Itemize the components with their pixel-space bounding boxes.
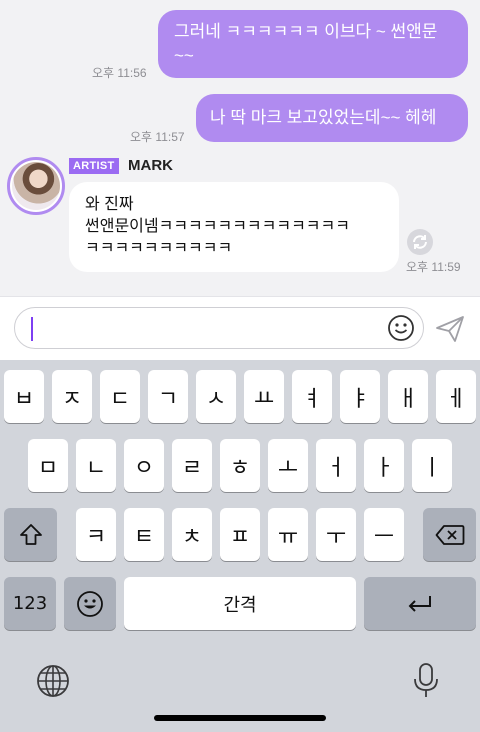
backspace-key[interactable]	[423, 508, 476, 561]
my-message-bubble[interactable]: 나 딱 마크 보고있었는데~~ 헤헤	[196, 94, 468, 142]
key[interactable]: ㅓ	[316, 439, 356, 492]
message-time: 오후 11:59	[406, 260, 461, 274]
key[interactable]: ㅕ	[292, 370, 332, 423]
chat-area: 그러네 ㅋㅋㅋㅋㅋㅋ 이브다 ~ 썬앤문 ~~ 오후 11:56 나 딱 마크 …	[0, 0, 480, 296]
key[interactable]: ㅅ	[196, 370, 236, 423]
key[interactable]: ㅠ	[268, 508, 308, 561]
artist-message-bubble[interactable]: 와 진짜 썬앤문이넴ㅋㅋㅋㅋㅋㅋㅋㅋㅋㅋㅋㅋㅋ ㅋㅋㅋㅋㅋㅋㅋㅋㅋㅋ	[69, 182, 399, 272]
sender-name: MARK	[128, 157, 173, 174]
my-message-bubble[interactable]: 그러네 ㅋㅋㅋㅋㅋㅋ 이브다 ~ 썬앤문 ~~	[158, 10, 468, 78]
key[interactable]: ㅛ	[244, 370, 284, 423]
message-time: 오후 11:56	[92, 66, 147, 80]
send-icon[interactable]	[434, 313, 466, 345]
backspace-icon	[435, 524, 464, 545]
key[interactable]: ㅍ	[220, 508, 260, 561]
key[interactable]: ㅌ	[124, 508, 164, 561]
emoji-key[interactable]	[64, 577, 116, 630]
shift-key[interactable]	[4, 508, 57, 561]
home-indicator[interactable]	[154, 715, 326, 721]
key[interactable]: ㅐ	[388, 370, 428, 423]
key[interactable]: ㄹ	[172, 439, 212, 492]
key[interactable]: ㅈ	[52, 370, 92, 423]
key[interactable]: ㄴ	[76, 439, 116, 492]
message-line: 와 진짜	[85, 196, 134, 213]
key[interactable]: ㅡ	[364, 508, 404, 561]
message-input-bar	[0, 296, 480, 360]
text-cursor	[31, 317, 33, 341]
emoji-icon[interactable]	[387, 314, 415, 342]
message-input[interactable]	[14, 307, 424, 349]
key[interactable]: ㅋ	[76, 508, 116, 561]
numbers-key[interactable]: 123	[4, 577, 56, 630]
artist-badge: ARTIST	[69, 158, 119, 174]
shift-icon	[19, 523, 42, 545]
key[interactable]: ㅎ	[220, 439, 260, 492]
globe-icon[interactable]	[36, 664, 70, 698]
key[interactable]: ㄱ	[148, 370, 188, 423]
key[interactable]: ㅣ	[412, 439, 452, 492]
message-line: 썬앤문이넴ㅋㅋㅋㅋㅋㅋㅋㅋㅋㅋㅋㅋㅋ	[85, 218, 350, 235]
key[interactable]: ㅗ	[268, 439, 308, 492]
key[interactable]: ㅏ	[364, 439, 404, 492]
key[interactable]: ㅊ	[172, 508, 212, 561]
message-line: ㅋㅋㅋㅋㅋㅋㅋㅋㅋㅋ	[85, 240, 233, 257]
message-text: 그러네 ㅋㅋㅋㅋㅋㅋ 이브다 ~ 썬앤문 ~~	[174, 22, 438, 65]
key[interactable]: ㅜ	[316, 508, 356, 561]
message-text: 나 딱 마크 보고있었는데~~ 헤헤	[210, 108, 437, 127]
emoji-keyboard-icon	[77, 590, 103, 617]
avatar-photo	[12, 162, 60, 210]
keyboard: ㅂ ㅈ ㄷ ㄱ ㅅ ㅛ ㅕ ㅑ ㅐ ㅔ ㅁ ㄴ ㅇ ㄹ ㅎ ㅗ ㅓ ㅏ ㅣ ㅋ …	[0, 360, 480, 732]
message-time: 오후 11:57	[130, 130, 185, 144]
translate-icon[interactable]	[406, 228, 434, 256]
key[interactable]: ㄷ	[100, 370, 140, 423]
space-key[interactable]: 간격	[124, 577, 356, 630]
key[interactable]: ㅇ	[124, 439, 164, 492]
key[interactable]: ㅂ	[4, 370, 44, 423]
key[interactable]: ㅔ	[436, 370, 476, 423]
return-icon	[408, 595, 431, 612]
key[interactable]: ㅁ	[28, 439, 68, 492]
artist-avatar[interactable]	[7, 157, 65, 215]
key[interactable]: ㅑ	[340, 370, 380, 423]
return-key[interactable]	[364, 577, 476, 630]
microphone-icon[interactable]	[412, 662, 440, 700]
